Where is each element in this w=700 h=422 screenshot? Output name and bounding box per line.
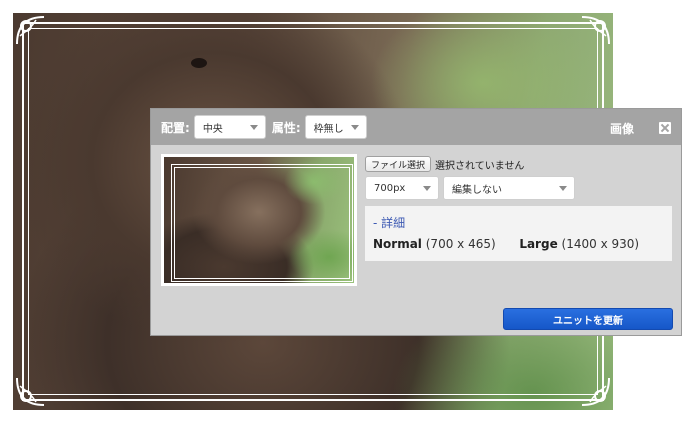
- image-unit-dialog: 配置: 中央 属性: 枠無し 画像 ファイル選択 選択されていません 700px: [150, 108, 682, 336]
- detail-panel: - 詳細 Normal (700 x 465) Large (1400 x 93…: [365, 206, 672, 261]
- edit-select-value: 編集しない: [452, 184, 502, 196]
- normal-size-value: (700 x 465): [425, 237, 496, 251]
- ornament-corner-icon: [581, 16, 610, 45]
- attribute-label: 属性:: [271, 120, 301, 135]
- size-options: Normal (700 x 465) Large (1400 x 930): [373, 237, 639, 251]
- ornament-corner-icon: [581, 377, 610, 406]
- chevron-down-icon: [249, 125, 258, 130]
- image-preview: [161, 154, 357, 286]
- align-label: 配置:: [161, 120, 190, 135]
- ornament-corner-icon: [16, 377, 45, 406]
- dialog-title: 画像: [610, 122, 635, 136]
- large-size-value: (1400 x 930): [561, 237, 640, 251]
- normal-size-label: Normal: [373, 237, 422, 251]
- chevron-down-icon: [350, 125, 359, 130]
- size-select-value: 700px: [374, 182, 406, 194]
- detail-toggle-link[interactable]: - 詳細: [373, 214, 405, 231]
- attribute-select[interactable]: 枠無し: [304, 115, 367, 139]
- edit-select[interactable]: 編集しない: [443, 176, 575, 200]
- chevron-down-icon: [559, 186, 567, 191]
- image-thumbnail: [164, 157, 354, 283]
- file-status: 選択されていません: [435, 161, 525, 172]
- close-icon[interactable]: [659, 122, 671, 134]
- align-select-value: 中央: [202, 123, 223, 135]
- dialog-header: 配置: 中央 属性: 枠無し 画像: [151, 109, 681, 145]
- thumbnail-frame-inner: [174, 167, 350, 279]
- size-select[interactable]: 700px: [365, 176, 439, 200]
- align-select[interactable]: 中央: [193, 115, 266, 139]
- ornament-corner-icon: [16, 16, 45, 45]
- stage: 配置: 中央 属性: 枠無し 画像 ファイル選択 選択されていません 700px: [0, 0, 700, 422]
- update-unit-button[interactable]: ユニットを更新: [503, 308, 673, 330]
- attribute-select-value: 枠無し: [313, 123, 344, 135]
- chevron-down-icon: [423, 186, 431, 191]
- large-size-label: Large: [519, 237, 558, 251]
- file-choose-button[interactable]: ファイル選択: [365, 156, 432, 172]
